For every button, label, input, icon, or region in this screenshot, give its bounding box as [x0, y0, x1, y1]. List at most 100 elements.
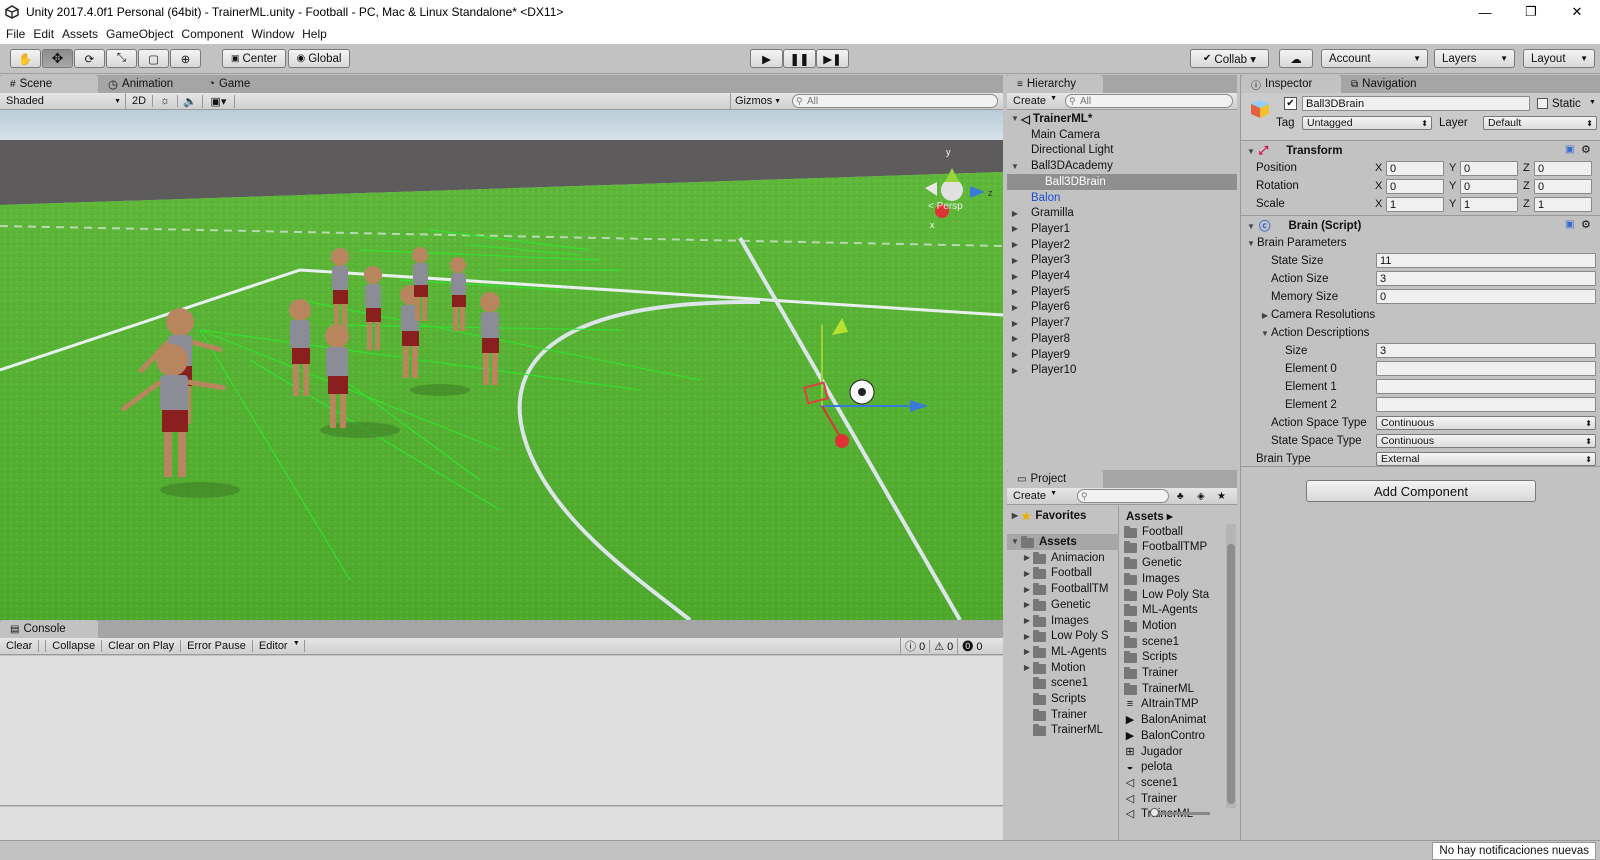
asset-item[interactable]: ⊞ Jugador [1124, 744, 1224, 760]
transform-z-input[interactable]: 0 [1534, 179, 1592, 194]
hierarchy-create-dropdown[interactable]: Create ▼ [1007, 95, 1061, 107]
gear-icon[interactable]: ⚙ [1581, 218, 1591, 231]
expand-arrow-icon[interactable]: ▶ [1009, 334, 1021, 343]
hierarchy-item[interactable]: ▶ Player5 [1007, 284, 1237, 300]
minimize-button[interactable]: — [1462, 0, 1508, 24]
pivot-center-button[interactable]: ▣ Center [222, 49, 286, 68]
project-search-input[interactable]: ⚲ [1077, 489, 1169, 503]
hierarchy-item[interactable]: Main Camera [1007, 127, 1237, 143]
favorites-root[interactable]: ▶ ★ Favorites [1009, 508, 1087, 524]
expand-arrow-icon[interactable]: ▶ [1009, 240, 1021, 249]
folder-tree-item[interactable]: ▶ FootballTM [1021, 581, 1119, 597]
expand-arrow-icon[interactable]: ▶ [1009, 256, 1021, 265]
asset-item[interactable]: TrainerML [1124, 681, 1224, 697]
camera-resolutions-foldout[interactable]: ▶ Camera Resolutions [1259, 307, 1375, 323]
cloud-button[interactable]: ☁ [1279, 49, 1313, 68]
scene-search-input[interactable]: ⚲ All [792, 94, 998, 108]
expand-arrow-icon[interactable]: ▶ [1021, 585, 1033, 594]
folder-tree-item[interactable]: ▶ Genetic [1021, 597, 1119, 613]
project-create-dropdown[interactable]: Create ▼ [1007, 490, 1061, 502]
element-1-input[interactable] [1376, 379, 1596, 394]
tab-animation[interactable]: ◷ Animation [98, 75, 198, 93]
effects-icon[interactable]: ▣▾ [203, 94, 235, 108]
filter-label-icon[interactable]: ◈ [1197, 491, 1205, 502]
folder-tree-item[interactable]: ▶ Images [1021, 613, 1119, 629]
rotate-tool-button[interactable]: ⟳ [74, 49, 105, 68]
transform-tool-button[interactable]: ⊕ [170, 49, 201, 68]
hierarchy-item[interactable]: Directional Light [1007, 143, 1237, 159]
console-collapse-button[interactable]: Collapse [45, 640, 103, 652]
expand-arrow-icon[interactable]: ▶ [1009, 303, 1021, 312]
expand-arrow-icon[interactable]: ▶ [1009, 272, 1021, 281]
expand-arrow-icon[interactable]: ▶ [1021, 663, 1033, 672]
expand-arrow-icon[interactable]: ▶ [1021, 600, 1033, 609]
notifications-toast[interactable]: No hay notificaciones nuevas [1432, 842, 1596, 860]
close-button[interactable]: ✕ [1554, 0, 1600, 24]
menu-assets[interactable]: Assets [62, 27, 98, 41]
action-descriptions-foldout[interactable]: ▼ Action Descriptions [1259, 325, 1369, 341]
menu-help[interactable]: Help [302, 27, 327, 41]
axis-label-z[interactable]: Z [1523, 196, 1530, 212]
axis-label-z[interactable]: Z [1523, 178, 1530, 194]
filter-type-icon[interactable]: ♣ [1177, 491, 1184, 502]
folder-tree-item[interactable]: ▶ Football [1021, 566, 1119, 582]
hierarchy-item[interactable]: ▶ Player1 [1007, 221, 1237, 237]
transform-header[interactable]: ▼ ⤢ Transform [1245, 143, 1342, 159]
scrollbar-thumb[interactable] [1227, 544, 1235, 804]
asset-item[interactable]: ▶ BalonContro [1124, 728, 1224, 744]
axis-label-x[interactable]: X [1375, 160, 1382, 176]
transform-z-input[interactable]: 0 [1534, 161, 1592, 176]
asset-item[interactable]: Low Poly Sta [1124, 587, 1224, 603]
play-button[interactable]: ▶ [750, 49, 783, 68]
asset-item[interactable]: Scripts [1124, 650, 1224, 666]
asset-item[interactable]: ≡ AItrainTMP [1124, 697, 1224, 713]
transform-z-input[interactable]: 1 [1534, 197, 1592, 212]
action-size-input[interactable]: 3 [1376, 271, 1596, 286]
console-clear-on-play-button[interactable]: Clear on Play [102, 640, 182, 652]
state-space-type-dropdown[interactable]: Continuous [1376, 434, 1596, 448]
hierarchy-search-input[interactable]: ⚲ All [1065, 94, 1233, 108]
brain-type-dropdown[interactable]: External [1376, 452, 1596, 466]
asset-item[interactable]: ◒ pelota [1124, 760, 1224, 776]
hierarchy-item[interactable]: ▶ Player7 [1007, 315, 1237, 331]
transform-y-input[interactable]: 0 [1460, 161, 1518, 176]
info-count[interactable]: ⓘ 0 [900, 638, 929, 654]
tab-navigation[interactable]: ⧉ Navigation [1341, 75, 1451, 93]
transform-x-input[interactable]: 0 [1386, 161, 1444, 176]
pause-button[interactable]: ❚❚ [783, 49, 816, 68]
expand-arrow-icon[interactable]: ▶ [1009, 319, 1021, 328]
brain-script-header[interactable]: ▼ ⓒ Brain (Script) [1245, 218, 1361, 234]
memory-size-input[interactable]: 0 [1376, 289, 1596, 304]
hierarchy-item[interactable]: ▶ Player4 [1007, 268, 1237, 284]
hierarchy-item[interactable]: ▶ Gramilla [1007, 206, 1237, 222]
rect-tool-button[interactable]: ▢ [138, 49, 169, 68]
assets-root[interactable]: ▼ Assets [1007, 534, 1119, 550]
warning-count[interactable]: ⚠ 0 [929, 639, 957, 653]
expand-arrow-icon[interactable]: ▶ [1021, 553, 1033, 562]
expand-arrow-icon[interactable]: ▶ [1021, 569, 1033, 578]
menu-component[interactable]: Component [181, 27, 243, 41]
axis-label-x[interactable]: X [1375, 178, 1382, 194]
asset-item[interactable]: Genetic [1124, 555, 1224, 571]
folder-tree-item[interactable]: Scripts [1021, 691, 1119, 707]
error-count[interactable]: ⓿ 0 [957, 638, 986, 654]
axis-label-y[interactable]: Y [1449, 160, 1456, 176]
tab-game[interactable]: ◔ Game [198, 75, 288, 93]
maximize-button[interactable]: ❐ [1508, 0, 1554, 24]
expand-arrow-icon[interactable]: ▶ [1009, 224, 1021, 233]
hand-tool-button[interactable]: ✋ [10, 49, 41, 68]
gizmos-dropdown[interactable]: Gizmos ▼ [730, 92, 784, 110]
tab-inspector[interactable]: ⓘ Inspector [1241, 75, 1341, 93]
asset-item[interactable]: ◁ Trainer [1124, 791, 1224, 807]
expand-arrow-icon[interactable]: ▶ [1009, 350, 1021, 359]
asset-item[interactable]: Football [1124, 524, 1224, 540]
hierarchy-item[interactable]: ▶ Player6 [1007, 300, 1237, 316]
axis-label-y[interactable]: Y [1449, 196, 1456, 212]
slider-handle[interactable] [1150, 808, 1159, 817]
asset-item[interactable]: Motion [1124, 618, 1224, 634]
asset-item[interactable]: FootballTMP [1124, 540, 1224, 556]
active-checkbox[interactable]: ✔ [1284, 97, 1297, 110]
console-clear-button[interactable]: Clear [0, 640, 40, 652]
console-error-pause-button[interactable]: Error Pause [181, 640, 253, 652]
favorite-star-icon[interactable]: ★ [1217, 491, 1226, 502]
